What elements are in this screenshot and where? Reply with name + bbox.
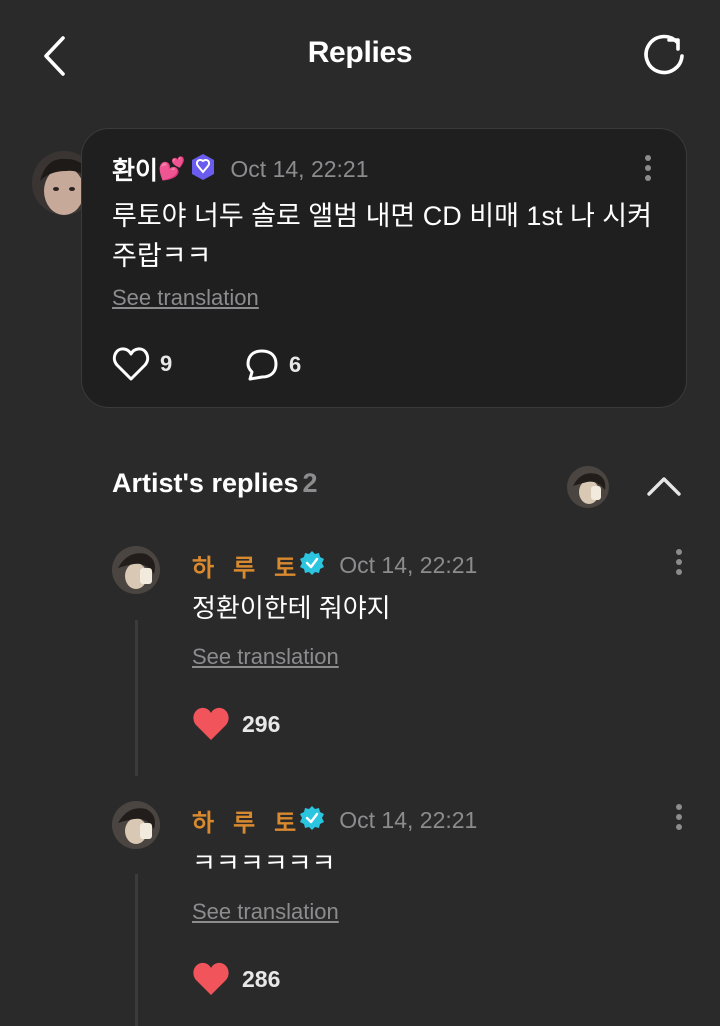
collapse-replies-button[interactable] [644, 470, 684, 500]
reply-2-author-name[interactable]: 하루토 [192, 803, 315, 838]
fan-badge-icon [190, 153, 216, 186]
comment-reply-button[interactable]: 6 [245, 348, 301, 382]
artist-avatar-small [567, 466, 609, 508]
reply-1-thread-line [135, 620, 138, 776]
comment-like-button[interactable]: 9 [112, 346, 172, 382]
page-title: Replies [307, 36, 413, 69]
comment-author-row: 환이 💕 Oct 14, 22:21 [112, 152, 369, 186]
comment-text: 루토야 너두 솔로 앨범 내면 CD 비매 1st 나 시켜주랍ㅋㅋ [112, 201, 652, 271]
refresh-icon [644, 34, 684, 75]
reply-1-like-count: 296 [242, 710, 281, 737]
heart-outline-icon [112, 347, 150, 381]
more-vertical-icon [676, 804, 682, 830]
comment-author-name[interactable]: 환이 [112, 151, 158, 187]
more-vertical-icon [645, 155, 651, 181]
artist-replies-title: Artist's replies [112, 468, 299, 498]
reply-2-like-count: 286 [242, 965, 281, 992]
reply-1-author-row: 하루토 Oct 14, 22:21 [192, 548, 477, 582]
verified-badge-icon [299, 550, 325, 581]
artist-replies-header: Artist's replies 2 [112, 468, 318, 499]
comment-more-button[interactable] [636, 152, 660, 188]
comment-like-count: 9 [160, 351, 173, 376]
reply-2-avatar[interactable] [112, 801, 160, 849]
artist-replies-count: 2 [302, 468, 318, 498]
replies-page: Replies 환이 💕 Oct 14, 22:21 루토야 너두 솔로 앨범 … [0, 0, 720, 1026]
refresh-button[interactable] [640, 33, 688, 79]
reply-1-like-button[interactable]: 296 [192, 706, 280, 742]
more-vertical-icon [676, 549, 682, 575]
reply-2-like-button[interactable]: 286 [192, 961, 280, 997]
top-bar: Replies [0, 0, 720, 110]
reply-1-more-button[interactable] [667, 546, 691, 582]
reply-1-author-name[interactable]: 하루토 [192, 548, 315, 583]
reply-1-text: 정환이한테 줘야지 [192, 593, 391, 623]
verified-badge-icon [299, 805, 325, 836]
reply-1-see-translation-link[interactable]: See translation [192, 644, 339, 670]
reply-2-text: ㅋㅋㅋㅋㅋㅋ [192, 848, 336, 878]
reply-1-timestamp: Oct 14, 22:21 [339, 551, 478, 578]
comment-see-translation-link[interactable]: See translation [112, 285, 259, 311]
reply-2-more-button[interactable] [667, 801, 691, 837]
heart-filled-icon [193, 962, 229, 995]
comment-reply-count: 6 [289, 352, 302, 377]
heart-filled-icon [193, 707, 229, 740]
reply-2-thread-line [135, 874, 138, 1026]
comment-timestamp: Oct 14, 22:21 [230, 155, 369, 182]
reply-2-see-translation-link[interactable]: See translation [192, 899, 339, 925]
reply-2-author-row: 하루토 Oct 14, 22:21 [192, 803, 477, 837]
chevron-up-icon [647, 477, 681, 496]
reply-1-avatar[interactable] [112, 546, 160, 594]
author-emoji: 💕 [158, 156, 186, 181]
comment-bubble-icon [246, 349, 278, 381]
reply-2-timestamp: Oct 14, 22:21 [339, 806, 478, 833]
